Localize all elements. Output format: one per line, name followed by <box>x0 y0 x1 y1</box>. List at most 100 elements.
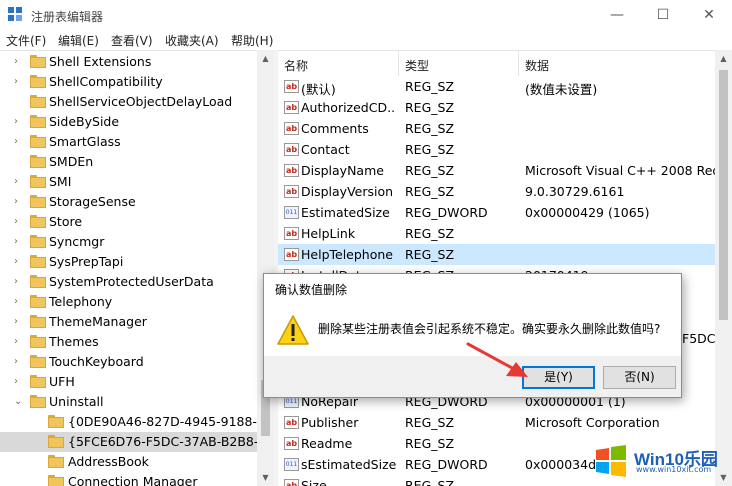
expand-chevron-icon[interactable]: › <box>14 375 24 389</box>
tree-item[interactable]: › SysPrepTapi <box>0 252 257 272</box>
values-scrollbar[interactable]: ▲ ▼ <box>715 50 732 486</box>
tree-item-label: Themes <box>49 334 99 349</box>
tree-item[interactable]: {0DE90A46-827D-4945-9188-877 <box>0 412 272 432</box>
title-bar: 注册表编辑器 — ☐ ✕ <box>0 0 732 30</box>
tree-item[interactable]: › SideBySide <box>0 112 257 132</box>
tree-item[interactable]: › ShellCompatibility <box>0 72 257 92</box>
menu-view[interactable]: 查看(V) <box>111 32 153 49</box>
scroll-up-icon[interactable]: ▲ <box>257 50 274 67</box>
tree-item[interactable]: › Store <box>0 212 257 232</box>
tree-item[interactable]: SMDEn <box>0 152 257 172</box>
maximize-button[interactable]: ☐ <box>640 0 686 30</box>
menu-file[interactable]: 文件(F) <box>6 32 46 49</box>
tree-item[interactable]: › TouchKeyboard <box>0 352 257 372</box>
minimize-button[interactable]: — <box>594 0 640 30</box>
tree-item[interactable]: › Syncmgr <box>0 232 257 252</box>
tree-item[interactable]: › Shell Extensions <box>0 52 257 72</box>
value-type: REG_SZ <box>405 478 455 486</box>
expand-chevron-icon[interactable]: › <box>14 175 24 189</box>
registry-editor-icon <box>8 7 24 23</box>
tree-item[interactable]: ShellServiceObjectDelayLoad <box>0 92 257 112</box>
expand-chevron-icon[interactable]: › <box>14 75 24 89</box>
no-button[interactable]: 否(N) <box>603 366 676 389</box>
value-row[interactable]: ab DisplayVersion REG_SZ 9.0.30729.6161 <box>278 181 715 202</box>
column-header-type[interactable]: 类型 <box>399 51 519 76</box>
expand-chevron-icon[interactable] <box>14 155 24 169</box>
tree-item[interactable]: › StorageSense <box>0 192 257 212</box>
value-type: REG_SZ <box>405 142 455 157</box>
value-type: REG_SZ <box>405 79 455 94</box>
folder-icon <box>30 255 46 268</box>
expand-chevron-icon[interactable]: › <box>14 195 24 209</box>
tree-item[interactable]: › SystemProtectedUserData <box>0 272 257 292</box>
value-row[interactable]: 011 EstimatedSize REG_DWORD 0x00000429 (106… <box>278 202 715 223</box>
menu-bar: 文件(F) 编辑(E) 查看(V) 收藏夹(A) 帮助(H) <box>0 30 732 50</box>
expand-chevron-icon[interactable] <box>14 95 24 109</box>
expand-chevron-icon[interactable]: › <box>14 255 24 269</box>
tree-item[interactable]: › ThemeManager <box>0 312 257 332</box>
value-name: Comments <box>301 121 369 136</box>
value-row[interactable]: ab Contact REG_SZ <box>278 139 715 160</box>
column-header-name[interactable]: 名称 <box>278 51 399 76</box>
folder-icon <box>30 75 46 88</box>
values-list[interactable]: 名称 类型 数据 ab (默认) REG_SZ (数值未设置) ab Authorize… <box>278 50 715 486</box>
tree-item-label: Store <box>49 214 83 229</box>
tree-item[interactable]: Connection Manager <box>0 472 257 486</box>
menu-edit[interactable]: 编辑(E) <box>58 32 99 49</box>
scroll-down-icon[interactable]: ▼ <box>257 469 274 486</box>
value-name: sEstimatedSize2 <box>301 457 396 472</box>
string-value-icon: ab <box>284 143 299 156</box>
value-row[interactable]: ab Comments REG_SZ <box>278 118 715 139</box>
tree-item[interactable]: › Telephony <box>0 292 257 312</box>
tree-item-label: {0DE90A46-827D-4945-9188-877 <box>68 414 272 429</box>
folder-open-icon <box>48 435 64 448</box>
menu-favorites[interactable]: 收藏夹(A) <box>165 32 219 49</box>
value-data: 0x00000429 (1065) <box>525 205 650 220</box>
expand-chevron-icon[interactable]: › <box>14 215 24 229</box>
scrollbar-thumb[interactable] <box>719 70 728 320</box>
expand-chevron-icon[interactable]: › <box>14 235 24 249</box>
tree-item-label: TouchKeyboard <box>49 354 144 369</box>
menu-help[interactable]: 帮助(H) <box>231 32 273 49</box>
value-data: F5DC- <box>682 331 715 346</box>
value-row[interactable]: ab AuthorizedCD... REG_SZ <box>278 97 715 118</box>
dialog-title: 确认数值删除 <box>275 283 348 297</box>
tree-item[interactable]: ⌄ Uninstall <box>0 392 257 412</box>
value-row[interactable]: ab HelpLink REG_SZ <box>278 223 715 244</box>
value-row-selected[interactable]: ab HelpTelephone REG_SZ <box>278 244 715 265</box>
tree-item[interactable]: › Themes <box>0 332 257 352</box>
expand-chevron-icon[interactable] <box>34 435 44 449</box>
folder-open-icon <box>30 395 46 408</box>
expand-chevron-icon[interactable]: › <box>14 315 24 329</box>
folder-icon <box>30 95 46 108</box>
expand-chevron-icon[interactable]: › <box>14 295 24 309</box>
expand-chevron-icon[interactable]: › <box>14 55 24 69</box>
value-row[interactable]: ab (默认) REG_SZ (数值未设置) <box>278 76 715 97</box>
scroll-up-icon[interactable]: ▲ <box>715 50 732 67</box>
expand-chevron-icon[interactable]: › <box>14 115 24 129</box>
value-name: AuthorizedCD... <box>301 100 396 115</box>
tree-item[interactable]: AddressBook <box>0 452 257 472</box>
tree-item[interactable]: › UFH <box>0 372 257 392</box>
close-button[interactable]: ✕ <box>686 0 732 30</box>
dialog-footer: 是(Y) 否(N) <box>264 356 681 397</box>
collapse-chevron-icon[interactable]: ⌄ <box>14 395 24 409</box>
value-row[interactable]: ab Publisher REG_SZ Microsoft Corporation <box>278 412 715 433</box>
tree-item[interactable]: › SMI <box>0 172 257 192</box>
column-header-data[interactable]: 数据 <box>519 51 715 76</box>
key-tree[interactable]: › Shell Extensions › ShellCompatibility Sh… <box>0 50 272 486</box>
tree-scrollbar[interactable]: ▲ ▼ <box>257 50 274 486</box>
yes-button[interactable]: 是(Y) <box>522 366 595 389</box>
value-row[interactable]: ab DisplayName REG_SZ Microsoft Visual C++ … <box>278 160 715 181</box>
expand-chevron-icon[interactable]: › <box>14 275 24 289</box>
expand-chevron-icon[interactable] <box>34 415 44 429</box>
expand-chevron-icon[interactable] <box>34 475 44 486</box>
expand-chevron-icon[interactable]: › <box>14 335 24 349</box>
tree-item-label: SystemProtectedUserData <box>49 274 214 289</box>
tree-item[interactable]: › SmartGlass <box>0 132 257 152</box>
expand-chevron-icon[interactable]: › <box>14 135 24 149</box>
tree-item-selected[interactable]: {5FCE6D76-F5DC-37AB-B2B8-22 <box>0 432 272 452</box>
expand-chevron-icon[interactable]: › <box>14 355 24 369</box>
string-value-icon: ab <box>284 416 299 429</box>
expand-chevron-icon[interactable] <box>34 455 44 469</box>
